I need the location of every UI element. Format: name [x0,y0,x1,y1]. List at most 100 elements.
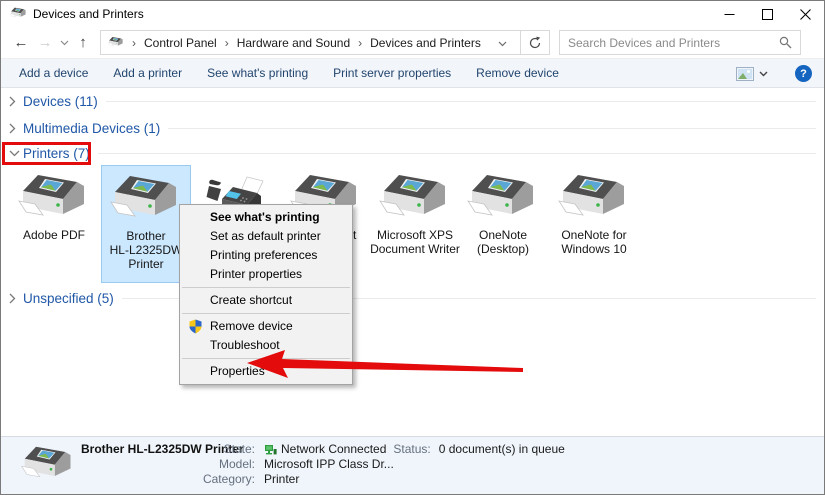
menu-separator [182,287,350,288]
breadcrumb-item[interactable]: Hardware and Sound [237,36,350,50]
printer-item-onenote-windows10[interactable]: OneNote for Windows 10 [549,165,639,283]
menu-item-see-what-s-printing[interactable]: See what's printing [180,208,352,227]
menu-item-label: Printing preferences [210,248,318,262]
navigation-bar: ← → ↑ › Control Panel › Hardware and Sound… [1,27,824,59]
model-label: Model: [218,457,255,471]
group-divider-line [168,127,816,129]
category-label: Category: [202,472,255,486]
printer-label: Brother HL-L2325DW Printer [109,229,183,271]
printer-icon [379,174,451,226]
help-button[interactable]: ? [795,65,812,82]
group-label: Multimedia Devices (1) [23,120,161,136]
up-button[interactable]: ↑ [71,31,95,55]
menu-item-label: Remove device [210,319,293,333]
menu-separator [182,313,350,314]
menu-item-label: Properties [210,364,265,378]
minimize-button[interactable] [710,1,748,27]
group-label: Printers (7) [23,145,90,161]
back-button[interactable]: ← [9,31,33,55]
status-label: Status: [393,442,431,456]
printer-label: Microsoft XPS Document Writer [370,228,460,256]
toolbar-add-a-device[interactable]: Add a device [19,66,88,80]
group-label: Unspecified (5) [23,290,114,306]
menu-item-label: Troubleshoot [210,338,280,352]
breadcrumb-separator: › [132,35,136,50]
menu-item-printing-preferences[interactable]: Printing preferences [180,246,352,265]
printer-label: Adobe PDF [22,228,86,242]
change-view-button[interactable] [736,66,773,81]
view-dropdown-chevron-icon [759,71,768,76]
view-mode-icon [736,66,754,81]
printer-icon [467,174,539,226]
toolbar-remove-device[interactable]: Remove device [476,66,559,80]
printers-list: Adobe PDF Brother HL-L2325DW Printer t M… [1,165,824,287]
titlebar: Devices and Printers [1,1,824,27]
toolbar-print-server-properties[interactable]: Print server properties [333,66,451,80]
breadcrumb-item[interactable]: Control Panel [144,36,217,50]
search-box[interactable] [559,30,801,55]
menu-item-printer-properties[interactable]: Printer properties [180,265,352,284]
breadcrumb: Control Panel › Hardware and Sound › Devices… [144,36,481,50]
printer-item-adobe-pdf[interactable]: Adobe PDF [9,165,99,283]
search-input[interactable] [560,35,779,50]
devices-and-printers-window: Devices and Printers ← → ↑ › Control Pan… [0,0,825,495]
group-header-unspecified-5-[interactable]: Unspecified (5) [9,288,816,308]
printer-label: OneNote for Windows 10 [561,228,627,256]
menu-item-troubleshoot[interactable]: Troubleshoot [180,336,352,355]
status-printer-icon [21,446,75,488]
menu-item-label: See what's printing [210,210,320,224]
chevron-down-icon[interactable] [9,150,21,157]
state-label: State: [223,442,255,456]
breadcrumb-printer-icon [108,36,124,50]
printer-icon [558,174,630,226]
printer-icon [18,174,90,226]
group-header-printers-7-[interactable]: Printers (7) [9,143,816,163]
window-title: Devices and Printers [33,7,144,21]
menu-item-label: Set as default printer [210,229,321,243]
address-bar[interactable]: › Control Panel › Hardware and Sound › Devic… [100,30,550,55]
menu-item-set-as-default-printer[interactable]: Set as default printer [180,227,352,246]
status-value: 0 document(s) in queue [438,442,565,456]
content-area: Devices (11) Multimedia Devices (1) Printe… [1,89,824,436]
command-toolbar: Add a device Add a printer See what's prin… [1,59,824,88]
close-button[interactable] [786,1,824,27]
printer-item-microsoft-xps[interactable]: Microsoft XPS Document Writer [370,165,460,283]
recent-pages-chevron-icon[interactable] [57,31,71,55]
menu-item-create-shortcut[interactable]: Create shortcut [180,291,352,310]
app-printer-icon [10,7,26,21]
group-divider-line [97,152,816,154]
group-header-devices-11-[interactable]: Devices (11) [9,91,816,111]
printer-label: OneNote (Desktop) [476,228,529,256]
category-value: Printer [264,472,300,486]
menu-item-properties[interactable]: Properties [180,362,352,381]
group-label: Devices (11) [23,93,98,109]
printer-item-onenote-desktop[interactable]: OneNote (Desktop) [458,165,548,283]
maximize-button[interactable] [748,1,786,27]
menu-item-label: Printer properties [210,267,303,281]
breadcrumb-separator: › [358,35,363,50]
printer-icon [110,175,182,227]
chevron-right-icon[interactable] [9,96,21,107]
status-bar: Brother HL-L2325DW Printer State: Networ… [1,436,824,494]
breadcrumb-item[interactable]: Devices and Printers [370,36,481,50]
uac-shield-icon [189,319,202,334]
breadcrumb-separator: › [224,35,229,50]
toolbar-add-a-printer[interactable]: Add a printer [113,66,182,80]
printer-item-brother-hl-l2325dw[interactable]: Brother HL-L2325DW Printer [101,165,191,283]
context-menu: See what's printing Set as default printe… [179,204,353,385]
group-divider-line [105,100,816,102]
chevron-right-icon[interactable] [9,293,21,304]
state-value: Network Connected [281,442,387,456]
forward-button[interactable]: → [33,31,57,55]
group-header-multimedia-devices-1-[interactable]: Multimedia Devices (1) [9,118,816,138]
model-value: Microsoft IPP Class Dr... [264,457,394,471]
address-dropdown-chevron-icon[interactable] [492,36,513,50]
menu-separator [182,358,350,359]
menu-item-label: Create shortcut [210,293,293,307]
toolbar-see-what-s-printing[interactable]: See what's printing [207,66,308,80]
search-icon [779,36,800,49]
refresh-button[interactable] [520,31,549,54]
menu-item-remove-device[interactable]: Remove device [180,317,352,336]
network-icon [264,444,277,456]
chevron-right-icon[interactable] [9,123,21,134]
